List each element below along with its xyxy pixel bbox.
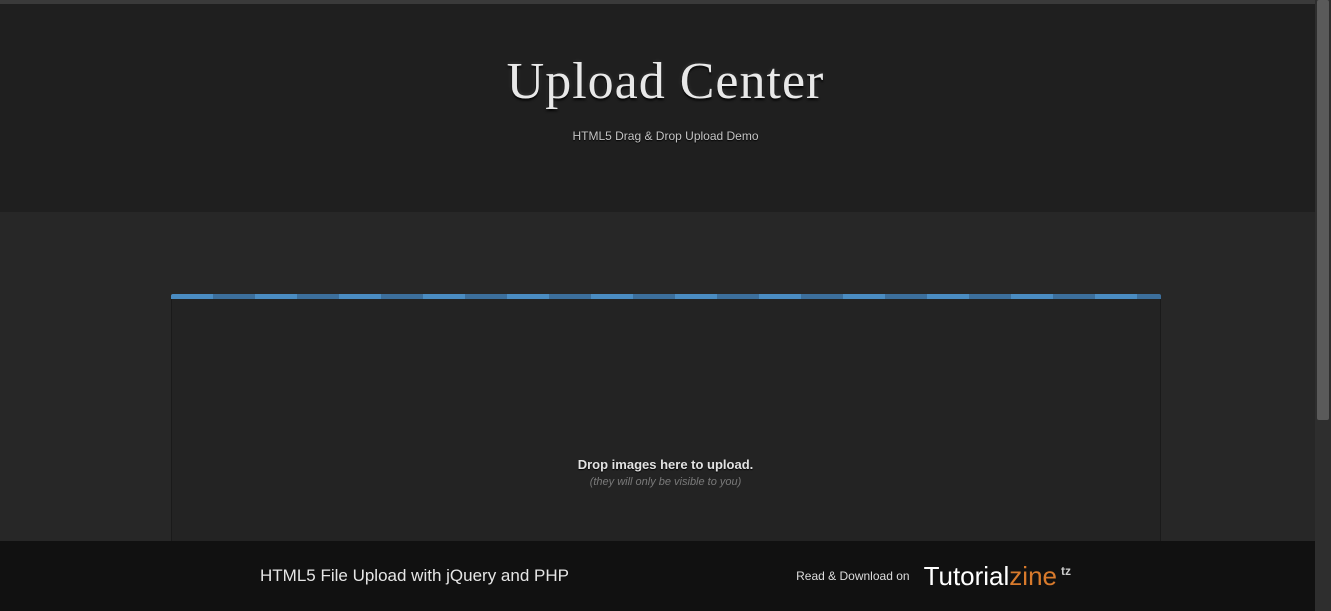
dropzone-message: Drop images here to upload.: [172, 457, 1160, 472]
page-subtitle: HTML5 Drag & Drop Upload Demo: [0, 129, 1331, 143]
footer-title: HTML5 File Upload with jQuery and PHP: [260, 566, 569, 586]
page-header: Upload Center HTML5 Drag & Drop Upload D…: [0, 4, 1331, 212]
brand-link[interactable]: Tutorialzine tz: [924, 563, 1071, 589]
brand-suffix: tz: [1061, 565, 1071, 577]
brand-secondary: zine: [1009, 563, 1057, 589]
vertical-scrollbar[interactable]: [1315, 0, 1331, 611]
page-title: Upload Center: [0, 52, 1331, 111]
footer-right: Read & Download on Tutorialzine tz: [796, 563, 1071, 589]
brand-primary: Tutorial: [924, 563, 1010, 589]
dropzone-note: (they will only be visible to you): [172, 476, 1160, 488]
footer: HTML5 File Upload with jQuery and PHP Re…: [0, 541, 1331, 611]
footer-read-label: Read & Download on: [796, 569, 909, 583]
scrollbar-thumb[interactable]: [1317, 0, 1329, 420]
